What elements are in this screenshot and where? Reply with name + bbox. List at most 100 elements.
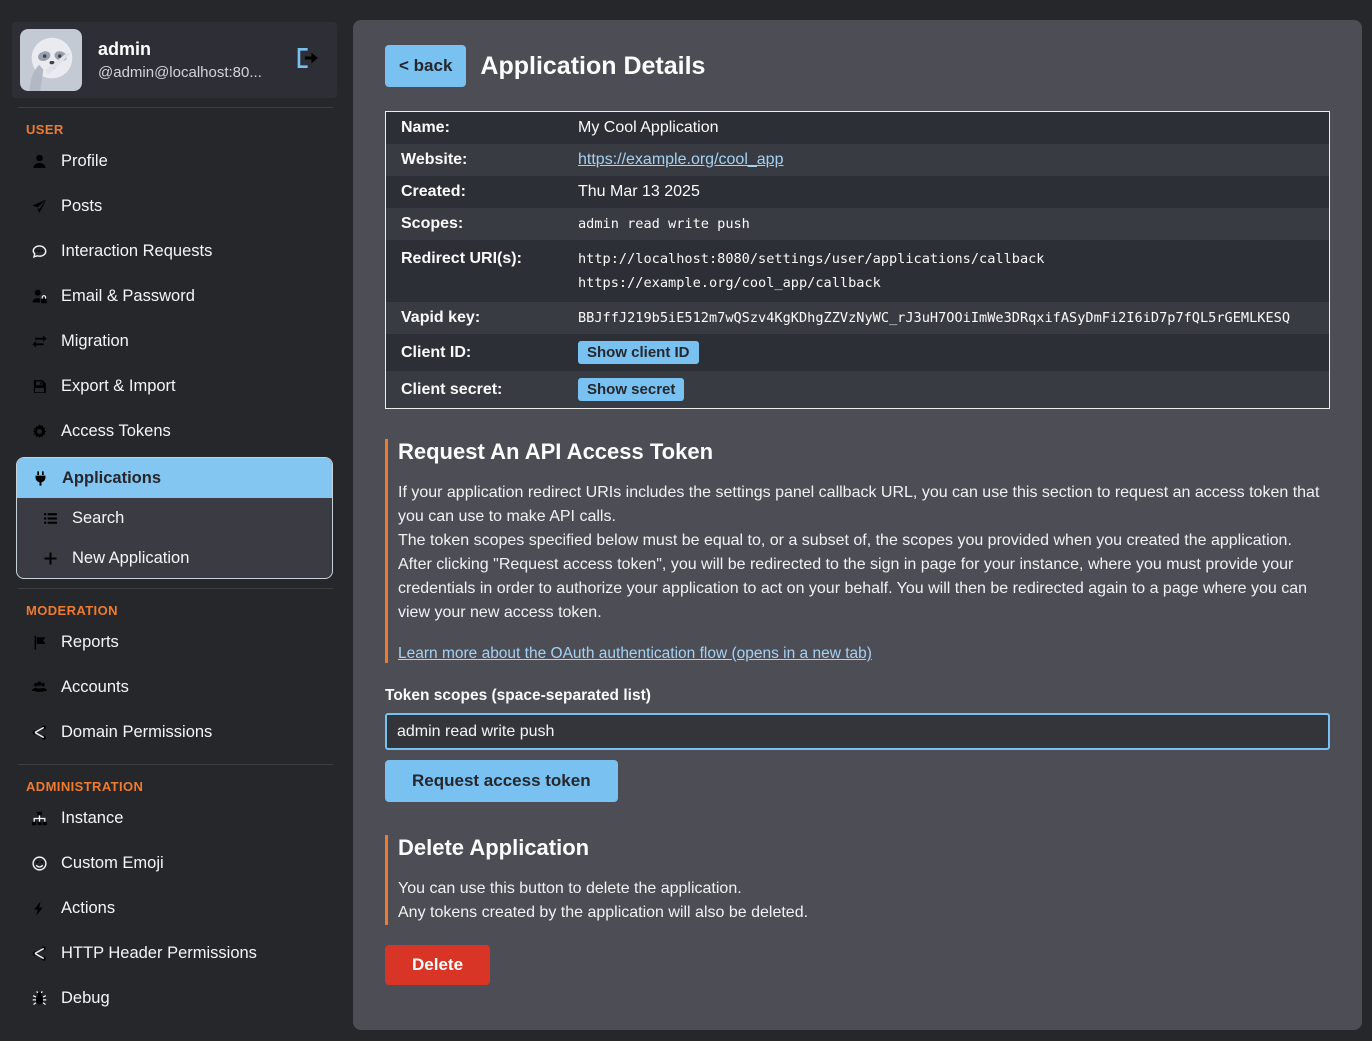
request-access-token-button[interactable]: Request access token [385,760,618,802]
sidebar-item-export-import[interactable]: Export & Import [12,364,337,409]
logout-button[interactable] [293,45,323,75]
user-card[interactable]: admin @admin@localhost:80... [12,22,337,98]
list-icon [41,509,59,527]
delete-section-line: Any tokens created by the application wi… [398,901,1332,925]
sitemap-icon [30,810,48,828]
row-label: Vapid key: [401,309,578,327]
sidebar-item-interaction-requests[interactable]: Interaction Requests [12,229,337,274]
sidebar-item-label: Posts [61,197,102,216]
user-meta: admin @admin@localhost:80... [98,39,293,81]
divider [18,107,333,108]
sidebar-item-email-password[interactable]: Email & Password [12,274,337,319]
redirect-uri-2: https://example.org/cool_app/callback [578,271,1045,295]
sidebar-item-domain-permissions[interactable]: Domain Permissions [12,710,337,755]
share-nodes-icon [30,724,48,742]
smile-icon [30,855,48,873]
row-value: admin read write push [578,216,750,232]
delete-section-heading: Delete Application [398,835,1332,861]
sidebar-item-label: Actions [61,899,115,918]
row-label: Created: [401,183,578,201]
sidebar: admin @admin@localhost:80... USER Profil… [0,0,345,1041]
sidebar-item-applications-search[interactable]: Search [17,498,332,538]
application-details-table: Name: My Cool Application Website: https… [385,111,1330,409]
sidebar-item-label: Email & Password [61,287,195,306]
sidebar-item-http-header-permissions[interactable]: HTTP Header Permissions [12,931,337,976]
token-section-paragraph: If your application redirect URIs includ… [398,481,1332,529]
sidebar-item-label: Applications [62,469,161,488]
token-section-heading: Request An API Access Token [398,439,1332,465]
user-lock-icon [30,288,48,306]
sign-out-icon [293,45,319,71]
main-panel: < back Application Details Name: My Cool… [353,20,1362,1030]
page-title: Application Details [480,52,705,81]
sidebar-item-label: Export & Import [61,377,176,396]
divider [18,764,333,765]
row-label: Name: [401,119,578,137]
table-row-client-secret: Client secret: Show secret [386,371,1329,408]
share-nodes-icon [30,945,48,963]
sidebar-item-new-application[interactable]: New Application [17,538,332,578]
sidebar-item-access-tokens[interactable]: Access Tokens [12,409,337,454]
table-row-scopes: Scopes: admin read write push [386,208,1329,240]
sidebar-item-posts[interactable]: Posts [12,184,337,229]
users-icon [30,679,48,697]
sidebar-item-accounts[interactable]: Accounts [12,665,337,710]
sidebar-item-label: Search [72,509,124,528]
back-button[interactable]: < back [385,45,466,87]
sidebar-item-actions[interactable]: Actions [12,886,337,931]
bug-icon [30,990,48,1008]
sidebar-item-label: Accounts [61,678,129,697]
row-value: My Cool Application [578,119,719,137]
main-wrap: < back Application Details Name: My Cool… [345,0,1372,1041]
redirect-uri-1: http://localhost:8080/settings/user/appl… [578,247,1045,271]
comment-dots-icon [30,243,48,261]
website-link[interactable]: https://example.org/cool_app [578,151,783,168]
sidebar-item-label: Profile [61,152,108,171]
plug-icon [31,469,49,487]
applications-group: Applications Search New Application [16,457,333,579]
sidebar-item-label: Reports [61,633,119,652]
show-client-id-button[interactable]: Show client ID [578,341,699,364]
certificate-icon [30,423,48,441]
sidebar-item-custom-emoji[interactable]: Custom Emoji [12,841,337,886]
delete-section-docs: Delete Application You can use this butt… [385,835,1332,925]
avatar [20,29,82,91]
row-value: Thu Mar 13 2025 [578,183,700,201]
sidebar-item-label: Interaction Requests [61,242,212,261]
sidebar-item-profile[interactable]: Profile [12,139,337,184]
table-row-name: Name: My Cool Application [386,112,1329,144]
sidebar-item-label: Custom Emoji [61,854,164,873]
sidebar-item-debug[interactable]: Debug [12,976,337,1021]
category-moderation: MODERATION [26,603,337,618]
plus-icon [41,549,59,567]
show-secret-button[interactable]: Show secret [578,378,684,401]
exchange-icon [30,333,48,351]
row-label: Website: [401,151,578,169]
row-label: Scopes: [401,215,578,233]
token-scopes-input[interactable] [385,713,1330,750]
category-user: USER [26,122,337,137]
table-row-website: Website: https://example.org/cool_app [386,144,1329,176]
delete-section-line: You can use this button to delete the ap… [398,877,1332,901]
token-scopes-label: Token scopes (space-separated list) [385,687,1332,705]
row-label: Redirect URI(s): [401,247,578,271]
sidebar-item-label: HTTP Header Permissions [61,944,257,963]
sidebar-item-label: Access Tokens [61,422,171,441]
oauth-docs-link[interactable]: Learn more about the OAuth authenticatio… [398,645,872,663]
request-token-section: Request An API Access Token If your appl… [385,439,1332,802]
sidebar-item-migration[interactable]: Migration [12,319,337,364]
sidebar-item-instance[interactable]: Instance [12,796,337,841]
sidebar-item-label: Debug [61,989,110,1008]
bolt-icon [30,900,48,918]
username: admin [98,39,293,60]
paper-plane-icon [30,198,48,216]
floppy-disk-icon [30,378,48,396]
sidebar-item-applications[interactable]: Applications [17,458,332,498]
sidebar-item-reports[interactable]: Reports [12,620,337,665]
delete-button[interactable]: Delete [385,945,490,985]
page-header: < back Application Details [385,45,1332,87]
sidebar-item-label: New Application [72,549,189,568]
table-row-redirect-uris: Redirect URI(s): http://localhost:8080/s… [386,240,1329,302]
table-row-client-id: Client ID: Show client ID [386,334,1329,371]
user-icon [30,153,48,171]
